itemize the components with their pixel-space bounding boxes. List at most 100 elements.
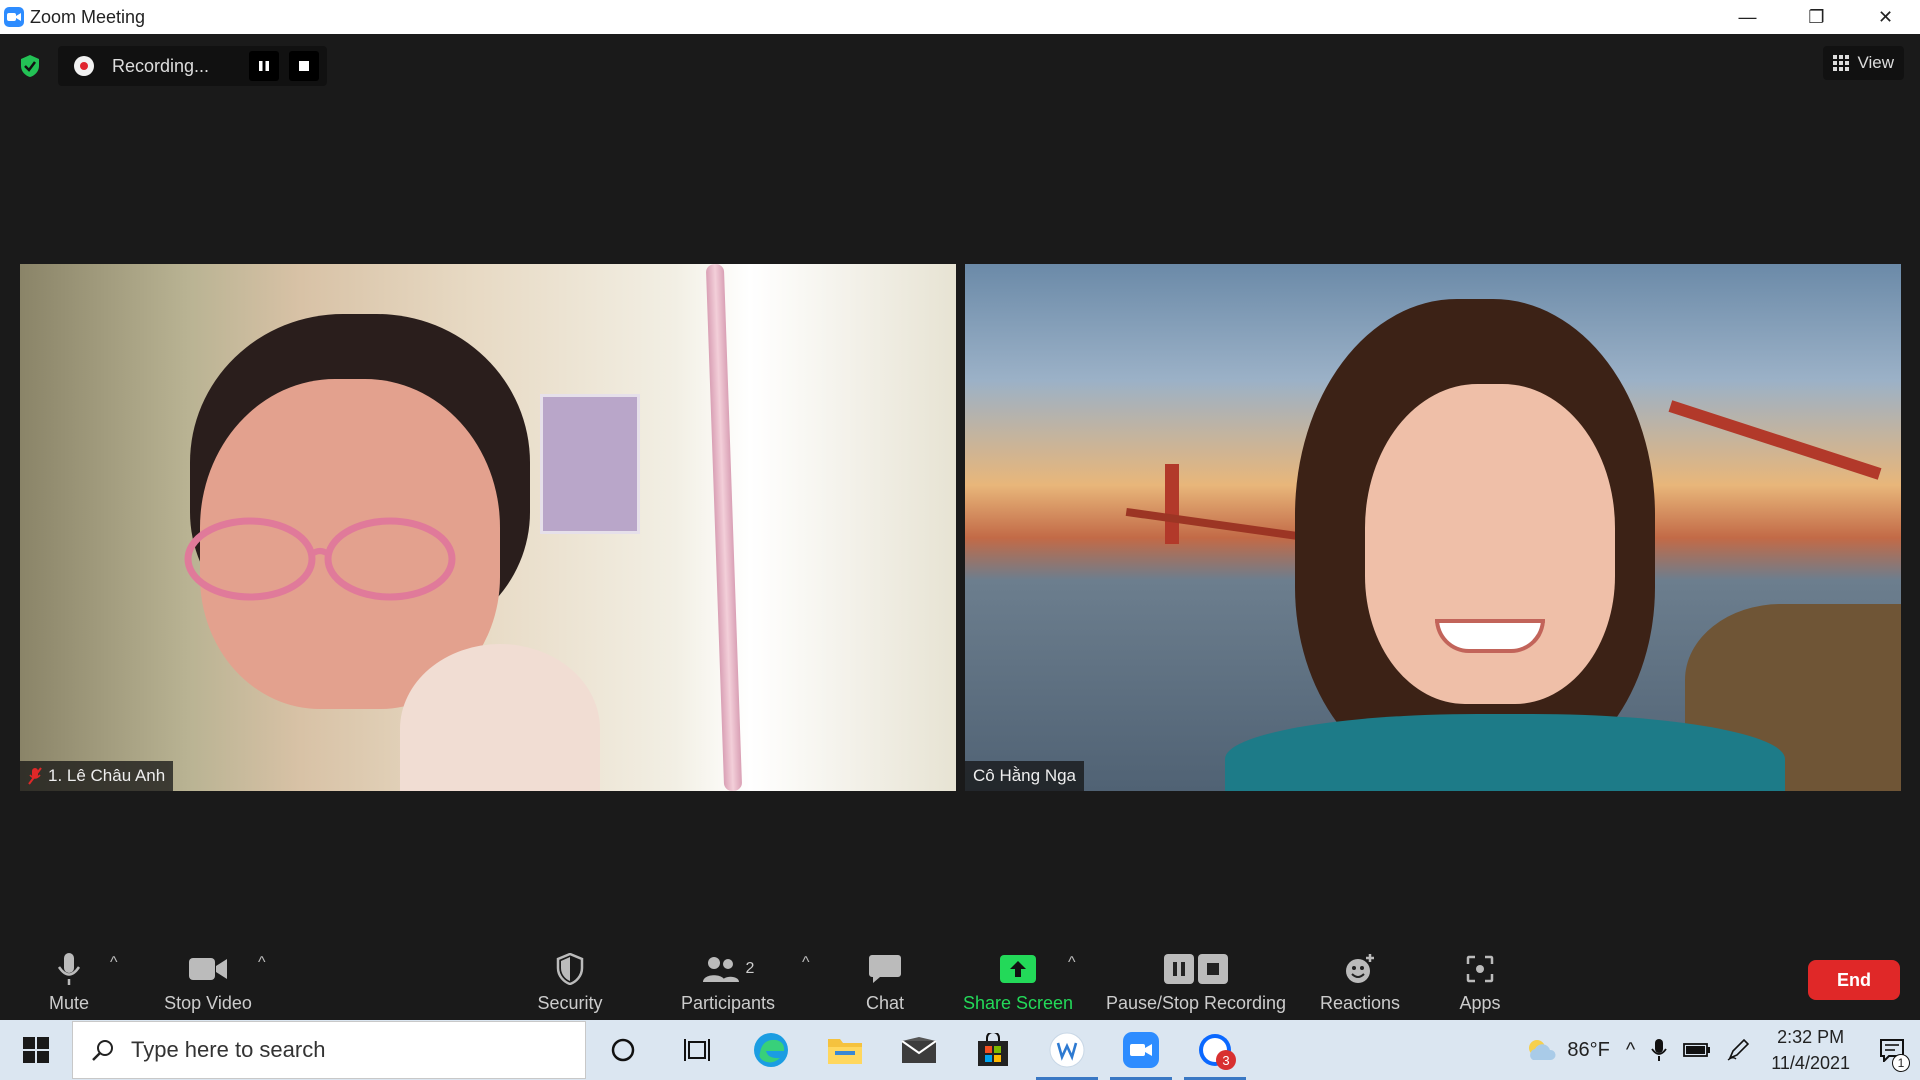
share-screen-icon bbox=[1000, 955, 1036, 983]
taskbar-app-store[interactable] bbox=[956, 1020, 1030, 1080]
chat-bubble-icon bbox=[869, 955, 901, 983]
apps-label: Apps bbox=[1459, 993, 1501, 1013]
reactions-label: Reactions bbox=[1319, 993, 1401, 1013]
zalo-notification-badge: 3 bbox=[1216, 1050, 1236, 1070]
pink-cable bbox=[705, 264, 743, 791]
participant-name: Cô Hằng Nga bbox=[973, 766, 1077, 785]
apps-icon bbox=[1466, 955, 1494, 983]
taskbar-app-file-explorer[interactable] bbox=[808, 1020, 882, 1080]
participant-shirt bbox=[1225, 714, 1785, 791]
task-view-button[interactable] bbox=[660, 1020, 734, 1080]
wall-poster bbox=[540, 394, 640, 534]
mail-envelope-icon bbox=[901, 1037, 937, 1063]
meeting-toolbar: Mute ^ Stop Video ^ Security 2 Participa… bbox=[0, 940, 1920, 1020]
microphone-tray-icon[interactable] bbox=[1643, 1038, 1675, 1062]
participant-video-tile[interactable]: Cô Hằng Nga bbox=[965, 264, 1901, 791]
zoom-app-icon bbox=[1123, 1032, 1159, 1068]
system-tray: 86°F ^ 2:32 PM 11/4/2021 1 bbox=[1517, 1020, 1920, 1080]
reactions-button[interactable]: Reactions bbox=[1318, 940, 1402, 1020]
participant-smile bbox=[1435, 619, 1545, 653]
video-options-caret[interactable]: ^ bbox=[258, 954, 266, 972]
pause-stop-recording-label: Pause/Stop Recording bbox=[1105, 993, 1287, 1013]
end-meeting-button[interactable]: End bbox=[1808, 960, 1900, 1000]
pause-icon bbox=[1164, 954, 1194, 984]
participant-name-tag: 1. Lê Châu Anh bbox=[20, 761, 174, 791]
bridge-tower bbox=[1165, 464, 1179, 544]
minimize-icon: — bbox=[1738, 6, 1757, 27]
taskbar-app-zalo[interactable]: 3 bbox=[1178, 1020, 1252, 1080]
weather-cloud-icon bbox=[1529, 1040, 1556, 1060]
window-title: Zoom Meeting bbox=[30, 6, 146, 27]
reaction-smiley-icon bbox=[1346, 954, 1374, 983]
apps-button[interactable]: Apps bbox=[1450, 940, 1510, 1020]
windows-taskbar: Type here to search 3 86°F ^ 2:32 PM 11/… bbox=[0, 1020, 1920, 1080]
store-bag-icon bbox=[978, 1033, 1008, 1066]
view-label: View bbox=[1857, 53, 1894, 72]
participants-icon bbox=[702, 957, 739, 982]
view-button[interactable]: View bbox=[1823, 46, 1904, 80]
start-button[interactable] bbox=[0, 1020, 72, 1080]
stop-video-label: Stop Video bbox=[164, 993, 252, 1013]
battery-icon bbox=[1683, 1043, 1711, 1057]
participants-options-caret[interactable]: ^ bbox=[802, 954, 810, 972]
shield-icon bbox=[21, 55, 39, 77]
bridge-tower-right bbox=[1668, 400, 1882, 480]
notification-count-badge: 1 bbox=[1892, 1054, 1910, 1072]
battery-tray-icon[interactable] bbox=[1675, 1042, 1719, 1058]
participants-label: Participants bbox=[680, 993, 776, 1013]
taskbar-search-box[interactable]: Type here to search bbox=[72, 1021, 586, 1079]
close-button[interactable]: ✕ bbox=[1851, 0, 1920, 34]
security-shield-icon bbox=[556, 953, 584, 985]
stop-recording-button[interactable] bbox=[289, 51, 320, 81]
mute-button[interactable]: Mute bbox=[38, 940, 100, 1020]
recording-dot-icon bbox=[74, 56, 94, 76]
encryption-shield-button[interactable] bbox=[12, 48, 48, 84]
mute-label: Mute bbox=[48, 993, 90, 1013]
restore-button[interactable]: ❐ bbox=[1782, 0, 1851, 34]
share-screen-button[interactable]: Share Screen bbox=[962, 940, 1074, 1020]
zoom-app-icon bbox=[4, 7, 24, 27]
chevron-up-icon: ^ bbox=[1625, 1038, 1636, 1061]
folder-icon bbox=[828, 1039, 862, 1064]
chat-label: Chat bbox=[865, 993, 905, 1013]
w-app-icon bbox=[1049, 1032, 1085, 1068]
participants-count: 2 bbox=[745, 960, 755, 977]
taskbar-clock[interactable]: 2:32 PM 11/4/2021 bbox=[1757, 1024, 1864, 1076]
video-camera-icon bbox=[189, 958, 227, 980]
clock-date: 11/4/2021 bbox=[1771, 1053, 1850, 1073]
chat-button[interactable]: Chat bbox=[855, 940, 915, 1020]
window-titlebar: Zoom Meeting — ❐ ✕ bbox=[0, 0, 1920, 34]
recording-status: Recording... bbox=[112, 55, 210, 76]
pause-stop-recording-button[interactable]: Pause/Stop Recording bbox=[1102, 940, 1290, 1020]
stop-video-button[interactable]: Stop Video bbox=[158, 940, 258, 1020]
pause-recording-button[interactable] bbox=[249, 51, 280, 81]
restore-icon: ❐ bbox=[1808, 6, 1825, 27]
pause-icon bbox=[259, 61, 270, 71]
share-options-caret[interactable]: ^ bbox=[1068, 954, 1076, 972]
participant-name-tag: Cô Hằng Nga bbox=[965, 761, 1085, 791]
show-hidden-icons-button[interactable]: ^ bbox=[1618, 1039, 1643, 1062]
weather-temperature: 86°F bbox=[1567, 1038, 1610, 1061]
glasses-icon bbox=[184, 517, 456, 601]
cortana-button[interactable] bbox=[586, 1020, 660, 1080]
search-icon bbox=[92, 1040, 113, 1061]
taskbar-app-mail[interactable] bbox=[882, 1020, 956, 1080]
mic-muted-icon bbox=[28, 767, 42, 785]
edge-browser-icon bbox=[754, 1033, 788, 1067]
meeting-area: Recording... View 1. Lê Châu Anh Cô Hằng… bbox=[0, 34, 1920, 940]
taskbar-app-edge[interactable] bbox=[734, 1020, 808, 1080]
participant-video-tile[interactable]: 1. Lê Châu Anh bbox=[20, 264, 956, 791]
security-button[interactable]: Security bbox=[530, 940, 610, 1020]
participant-name: 1. Lê Châu Anh bbox=[48, 766, 166, 785]
taskbar-app-word-w[interactable] bbox=[1030, 1020, 1104, 1080]
weather-widget[interactable]: 86°F bbox=[1517, 1038, 1617, 1062]
microphone-icon bbox=[57, 953, 81, 985]
recording-panel: Recording... bbox=[58, 46, 328, 86]
participants-button[interactable]: 2 Participants bbox=[674, 940, 782, 1020]
taskbar-app-zoom[interactable] bbox=[1104, 1020, 1178, 1080]
pen-tray-icon[interactable] bbox=[1719, 1039, 1757, 1061]
minimize-button[interactable]: — bbox=[1713, 0, 1782, 34]
participant-face bbox=[1365, 384, 1615, 704]
audio-options-caret[interactable]: ^ bbox=[110, 954, 118, 972]
action-center-button[interactable]: 1 bbox=[1864, 1020, 1920, 1080]
